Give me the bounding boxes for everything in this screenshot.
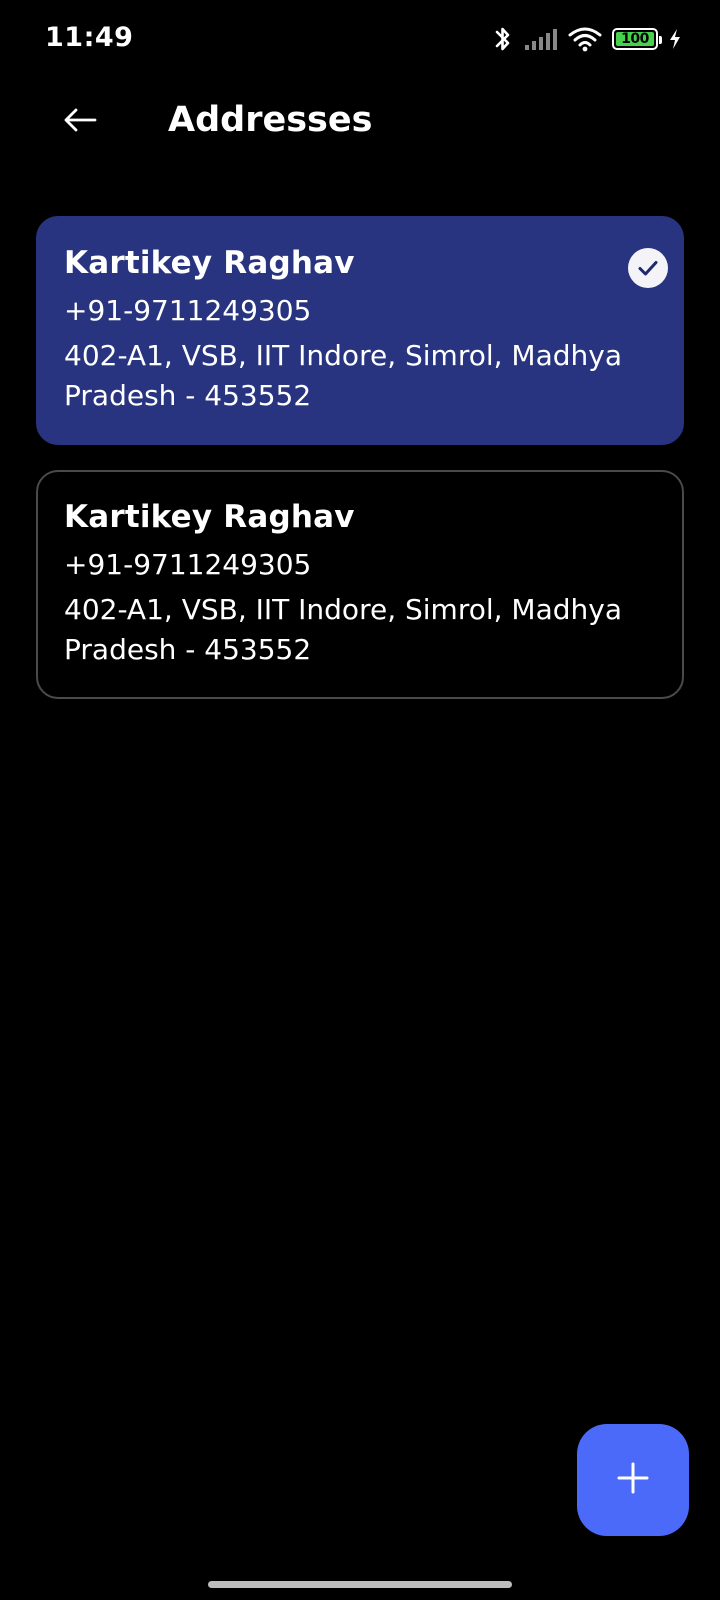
signal-icon xyxy=(524,27,558,51)
address-text: 402-A1, VSB, IIT Indore, Simrol, Madhya … xyxy=(64,339,622,412)
gesture-navigation-bar[interactable] xyxy=(208,1581,512,1588)
battery-icon: 100 xyxy=(612,28,662,50)
app-bar: Addresses xyxy=(0,90,720,154)
addresses-screen: 11:49 100 Addresses Kartikey Raghav +91-… xyxy=(0,0,720,1600)
back-button[interactable] xyxy=(52,98,108,146)
status-icons: 100 xyxy=(492,22,682,56)
address-card[interactable]: Kartikey Raghav +91-9711249305 402-A1, V… xyxy=(36,470,684,699)
wifi-icon xyxy=(568,26,602,52)
plus-icon xyxy=(616,1461,650,1500)
address-phone: +91-9711249305 xyxy=(64,294,312,327)
status-bar: 11:49 100 xyxy=(0,0,720,78)
address-phone: +91-9711249305 xyxy=(64,548,312,581)
status-time: 11:49 xyxy=(45,22,134,53)
address-card-selected[interactable]: Kartikey Raghav +91-9711249305 402-A1, V… xyxy=(36,216,684,445)
battery-level: 100 xyxy=(621,31,649,47)
check-circle-icon xyxy=(628,248,668,288)
add-address-button[interactable] xyxy=(577,1424,689,1536)
address-text: 402-A1, VSB, IIT Indore, Simrol, Madhya … xyxy=(64,593,622,666)
charging-icon xyxy=(668,28,682,50)
page-title: Addresses xyxy=(168,100,373,140)
bluetooth-icon xyxy=(492,24,514,54)
battery-nub xyxy=(659,36,662,44)
address-name: Kartikey Raghav xyxy=(64,245,355,281)
arrow-left-icon xyxy=(63,107,97,138)
address-name: Kartikey Raghav xyxy=(64,499,355,535)
address-list: Kartikey Raghav +91-9711249305 402-A1, V… xyxy=(36,216,684,724)
